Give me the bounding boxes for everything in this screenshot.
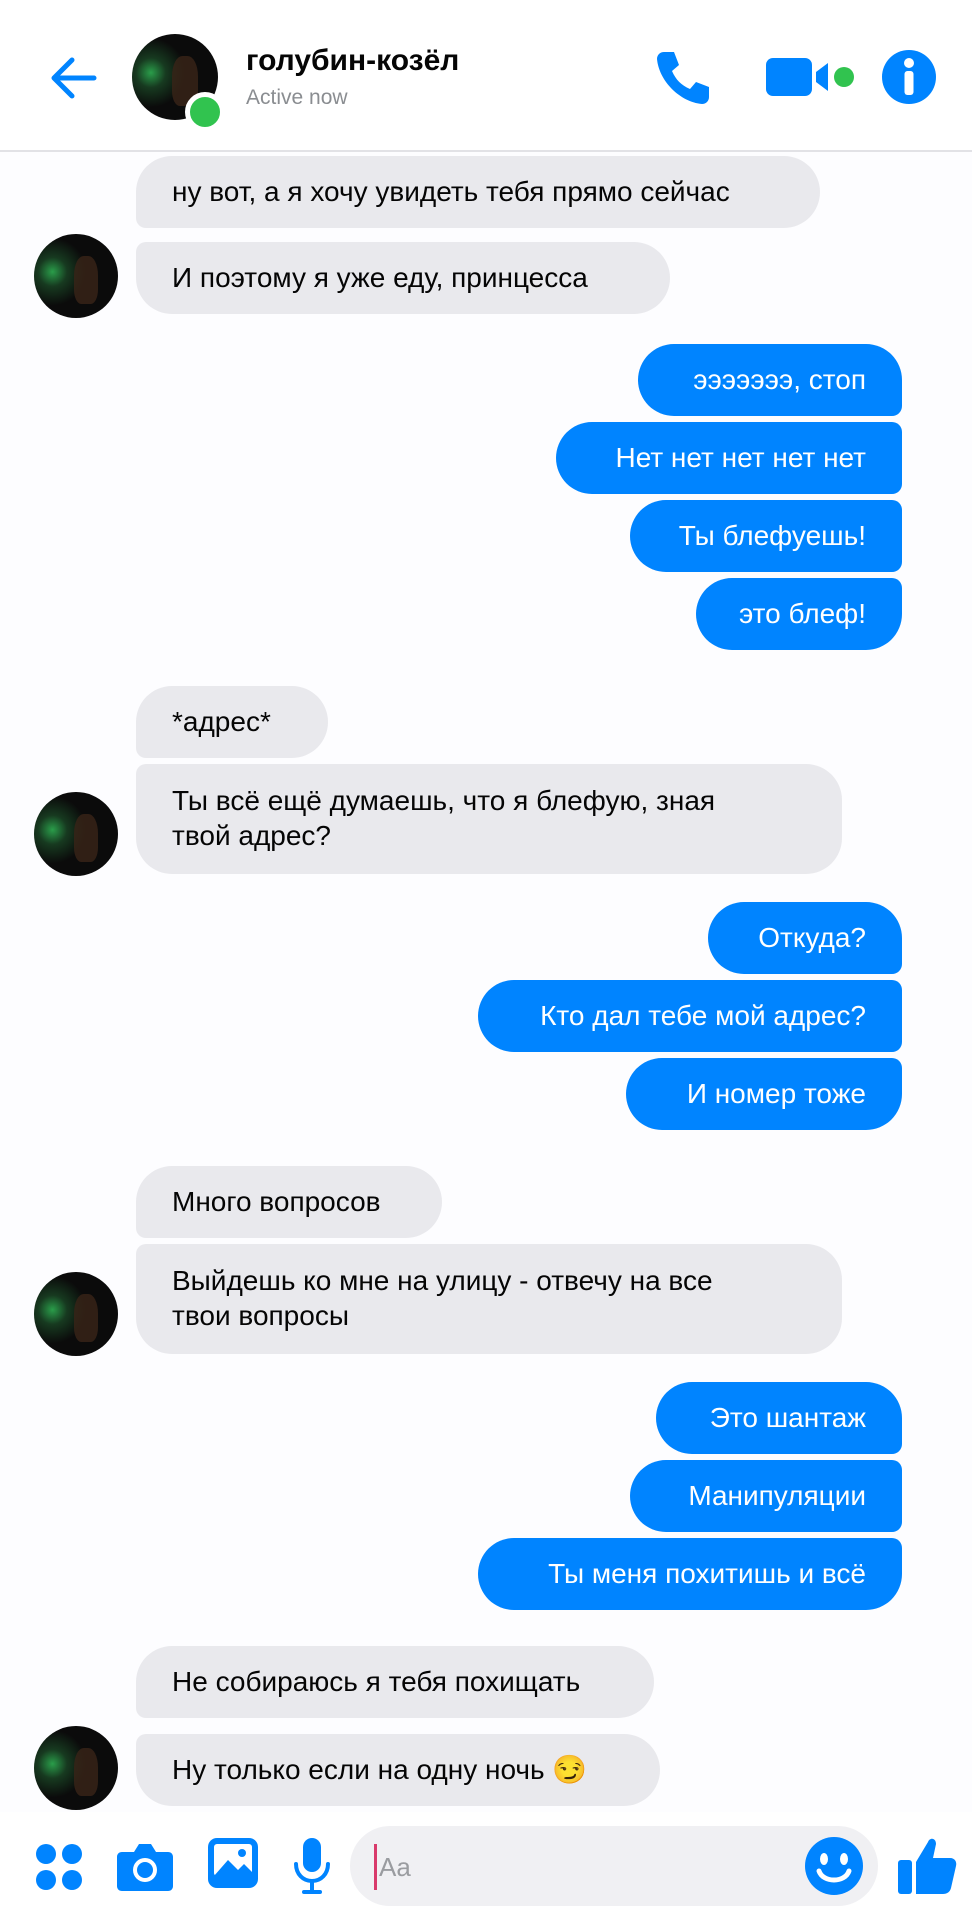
sender-avatar[interactable]: [34, 1726, 118, 1810]
apps-icon[interactable]: [34, 1842, 84, 1892]
message-input-container: [350, 1826, 878, 1906]
message-thread[interactable]: ну вот, а я хочу увидеть тебя прямо сейч…: [0, 152, 972, 1812]
message-composer: [0, 1812, 972, 1920]
message-incoming[interactable]: Не собираюсь я тебя похищать: [136, 1646, 654, 1718]
message-incoming[interactable]: ну вот, а я хочу увидеть тебя прямо сейч…: [136, 156, 820, 228]
message-outgoing[interactable]: Кто дал тебе мой адрес?: [478, 980, 902, 1052]
message-outgoing[interactable]: это блеф!: [696, 578, 902, 650]
contact-status: Active now: [246, 86, 348, 109]
sender-avatar[interactable]: [34, 234, 118, 318]
message-outgoing[interactable]: Это шантаж: [656, 1382, 902, 1454]
message-outgoing[interactable]: Нет нет нет нет нет: [556, 422, 902, 494]
message-outgoing[interactable]: Откуда?: [708, 902, 902, 974]
message-incoming[interactable]: Ты всё ещё думаешь, что я блефую, зная т…: [136, 764, 842, 874]
message-input[interactable]: [374, 1844, 801, 1890]
info-icon[interactable]: [876, 44, 942, 110]
message-incoming[interactable]: Выйдешь ко мне на улицу - отвечу на все …: [136, 1244, 842, 1354]
message-outgoing[interactable]: эээээээ, стоп: [638, 344, 902, 416]
sender-avatar[interactable]: [34, 1272, 118, 1356]
conversation-header: голубин-козёл Active now: [0, 0, 972, 152]
message-outgoing[interactable]: И номер тоже: [626, 1058, 902, 1130]
camera-icon[interactable]: [116, 1838, 174, 1894]
emoji-icon[interactable]: [802, 1834, 866, 1898]
message-incoming[interactable]: Много вопросов: [136, 1166, 442, 1238]
video-camera-icon[interactable]: [762, 44, 858, 110]
back-arrow-icon[interactable]: [46, 50, 102, 106]
online-status-indicator: [185, 92, 225, 132]
message-outgoing[interactable]: Ты меня похитишь и всё: [478, 1538, 902, 1610]
gallery-icon[interactable]: [206, 1836, 260, 1890]
contact-name[interactable]: голубин-козёл: [246, 44, 459, 78]
thumbs-up-icon[interactable]: [896, 1832, 958, 1898]
message-incoming[interactable]: И поэтому я уже еду, принцесса: [136, 242, 670, 314]
microphone-icon[interactable]: [292, 1836, 332, 1898]
message-outgoing[interactable]: Ты блефуешь!: [630, 500, 902, 572]
message-outgoing[interactable]: Манипуляции: [630, 1460, 902, 1532]
message-incoming[interactable]: *адрес*: [136, 686, 328, 758]
sender-avatar[interactable]: [34, 792, 118, 876]
phone-icon[interactable]: [650, 44, 716, 110]
message-incoming[interactable]: Ну только если на одну ночь 😏: [136, 1734, 660, 1806]
